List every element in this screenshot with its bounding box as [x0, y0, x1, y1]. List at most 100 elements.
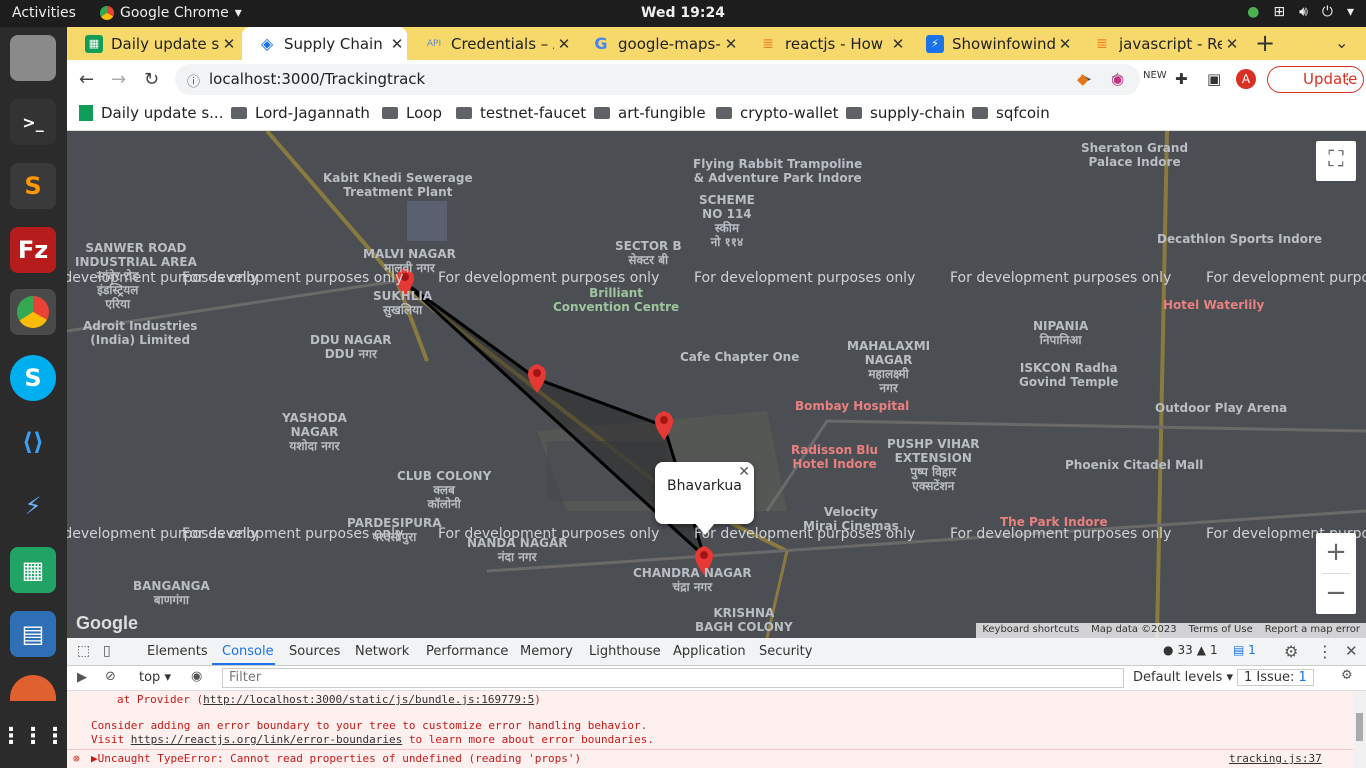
bookmark-testnet-faucet[interactable]: testnet-faucet — [456, 104, 586, 122]
close-tab-icon[interactable]: ✕ — [721, 35, 741, 53]
tab-lighthouse[interactable]: Lighthouse — [589, 644, 661, 659]
bookmark-lord-jagannath[interactable]: Lord-Jagannath — [231, 104, 370, 122]
fullscreen-button[interactable]: ⛶ — [1316, 141, 1356, 181]
tab-supply-chain[interactable]: ◈ Supply Chain ✕ — [242, 27, 407, 60]
tab-application[interactable]: Application — [673, 644, 746, 659]
terms-link[interactable]: Terms of Use — [1183, 623, 1259, 638]
close-tab-icon[interactable]: ✕ — [1055, 35, 1075, 53]
sidebar-toggle-icon[interactable]: ▶ — [77, 670, 87, 685]
tab-google-maps-react[interactable]: Ggoogle-maps-r ✕ — [576, 27, 741, 60]
extensions-puzzle-icon[interactable]: ✚ — [1175, 70, 1188, 88]
bookmark-crypto-wallet[interactable]: crypto-wallet — [716, 104, 838, 122]
zoom-out-button[interactable]: − — [1316, 574, 1356, 614]
info-window[interactable]: ✕ Bhavarkua — [655, 462, 754, 535]
map-label: सांवेर रोड इंडस्ट्रियल एरिया — [97, 269, 139, 311]
levels-select[interactable]: Default levels ▾ — [1133, 670, 1233, 685]
clear-console-icon[interactable]: ⊘ — [105, 669, 116, 684]
tab-daily-update[interactable]: ▦ Daily update sh ✕ — [69, 27, 239, 60]
error-source-link[interactable]: tracking.js:37 — [1229, 752, 1322, 765]
console-scrollbar[interactable] — [1353, 691, 1366, 768]
tab-memory[interactable]: Memory — [520, 644, 573, 659]
tab-security[interactable]: Security — [759, 644, 812, 659]
close-tab-icon[interactable]: ✕ — [554, 35, 574, 53]
tab-console[interactable]: Console — [222, 644, 274, 659]
system-tray[interactable]: ● ⊞ 🔊︎ ⏻ ▾ — [1247, 4, 1354, 20]
tab-reactjs-how-to[interactable]: ≣reactjs - How to✕ — [743, 27, 908, 60]
sheets-favicon-icon: ▦ — [85, 34, 103, 53]
bookmark-loop[interactable]: Loop — [382, 104, 442, 122]
map-label: CHANDRA NAGAR चंद्रा नगर — [633, 566, 752, 594]
messages-count[interactable]: ▤ 1 — [1233, 643, 1256, 657]
dev-watermark: For development purposes only — [438, 270, 660, 286]
extension-color-icon[interactable]: ◉ — [1111, 70, 1124, 88]
tab-credentials[interactable]: API Credentials – A ✕ — [409, 27, 574, 60]
filezilla-icon[interactable]: Fz — [10, 227, 56, 273]
tab-search-icon[interactable]: ⌄ — [1335, 33, 1348, 52]
more-options-icon[interactable]: ⋮ — [1317, 642, 1333, 661]
folder-icon — [846, 107, 862, 119]
update-button[interactable]: Update ⋮ — [1267, 66, 1364, 93]
tools-icon[interactable] — [10, 675, 56, 701]
reload-icon[interactable]: ↻ — [144, 69, 159, 90]
tab-performance[interactable]: Performance — [426, 644, 508, 659]
close-tab-icon[interactable]: ✕ — [1222, 35, 1242, 53]
folder-icon — [594, 107, 610, 119]
bookmark-art-fungible[interactable]: art-fungible — [594, 104, 706, 122]
docs-link[interactable]: https://reactjs.org/link/error-boundarie… — [131, 733, 403, 746]
settings-gear-icon[interactable]: ⚙ — [1284, 642, 1298, 661]
vscode-icon[interactable]: ⟨⟩ — [10, 419, 56, 465]
forward-icon[interactable]: → — [111, 69, 126, 90]
filter-input[interactable]: Filter — [222, 668, 1124, 688]
error-separator — [67, 749, 1353, 750]
bookmark-supply-chain[interactable]: supply-chain — [846, 104, 965, 122]
console-settings-icon[interactable]: ⚙ — [1341, 668, 1353, 683]
avatar[interactable]: A — [1236, 69, 1256, 89]
report-error-link[interactable]: Report a map error — [1259, 623, 1366, 638]
map-label: Adroit Industries (India) Limited — [83, 319, 198, 347]
back-icon[interactable]: ← — [79, 69, 94, 90]
tab-sources[interactable]: Sources — [289, 644, 340, 659]
side-panel-icon[interactable]: ▣ — [1207, 70, 1221, 88]
spreadsheet-icon[interactable]: ▦ — [10, 547, 56, 593]
files-icon[interactable] — [10, 35, 56, 81]
source-link[interactable]: http://localhost:3000/static/js/bundle.j… — [203, 693, 534, 706]
clock[interactable]: Wed 19:24 — [0, 5, 1366, 21]
chrome-dock-icon[interactable] — [10, 289, 56, 335]
map-label: Phoenix Citadel Mall — [1065, 458, 1204, 472]
address-bar[interactable]: ⓘ localhost:3000/Trackingtrack ➤ ☆ — [175, 64, 1140, 95]
close-tab-icon[interactable]: ✕ — [219, 35, 239, 53]
metamask-icon[interactable]: ◆ — [1077, 70, 1089, 88]
close-tab-icon[interactable]: ✕ — [888, 35, 908, 53]
app-grid-icon[interactable]: ⋮⋮⋮ — [0, 713, 66, 759]
skype-icon[interactable]: S — [10, 355, 56, 401]
new-badge-icon[interactable]: NEW — [1143, 70, 1167, 81]
tab-showinfowindow[interactable]: ⚡ Showinfowind ✕ — [910, 27, 1075, 60]
context-select[interactable]: top ▾ — [139, 670, 171, 685]
zoom-in-button[interactable]: + — [1316, 533, 1356, 573]
close-icon[interactable]: ✕ — [738, 464, 750, 480]
error-warning-counts[interactable]: ● 33 ▲ 1 — [1163, 643, 1218, 657]
image-viewer-icon[interactable]: ▤ — [10, 611, 56, 657]
issues-button[interactable]: 1 Issue: 1 — [1237, 669, 1314, 686]
google-logo[interactable]: Google — [76, 613, 138, 634]
bookmark-sqfcoin[interactable]: sqfcoin — [972, 104, 1050, 122]
network-settings-icon[interactable]: ⚡ — [10, 483, 56, 529]
tab-javascript-react[interactable]: ≣javascript - Rea✕ — [1077, 27, 1242, 60]
google-map[interactable]: For development purposes only For develo… — [67, 131, 1366, 638]
sublime-text-icon[interactable]: S — [10, 163, 56, 209]
error-message[interactable]: ▶Uncaught TypeError: Cannot read propert… — [91, 752, 581, 765]
keyboard-shortcuts-link[interactable]: Keyboard shortcuts — [976, 623, 1085, 638]
tab-network[interactable]: Network — [355, 644, 409, 659]
new-tab-button[interactable]: + — [1255, 29, 1275, 57]
terminal-icon[interactable]: >_ — [10, 99, 56, 145]
device-toolbar-icon[interactable]: ▯ — [103, 643, 111, 659]
inspect-icon[interactable]: ⬚ — [77, 643, 90, 659]
power-icon: ⏻ — [1321, 4, 1333, 20]
close-devtools-icon[interactable]: ✕ — [1345, 642, 1358, 660]
dev-watermark: For development purposes only — [694, 270, 916, 286]
close-tab-icon[interactable]: ✕ — [387, 35, 407, 53]
tab-elements[interactable]: Elements — [147, 644, 208, 659]
map-label: The Park Indore — [1000, 515, 1108, 529]
eye-icon[interactable]: ◉ — [191, 669, 202, 684]
bookmark-daily-update[interactable]: Daily update s... — [79, 104, 223, 122]
